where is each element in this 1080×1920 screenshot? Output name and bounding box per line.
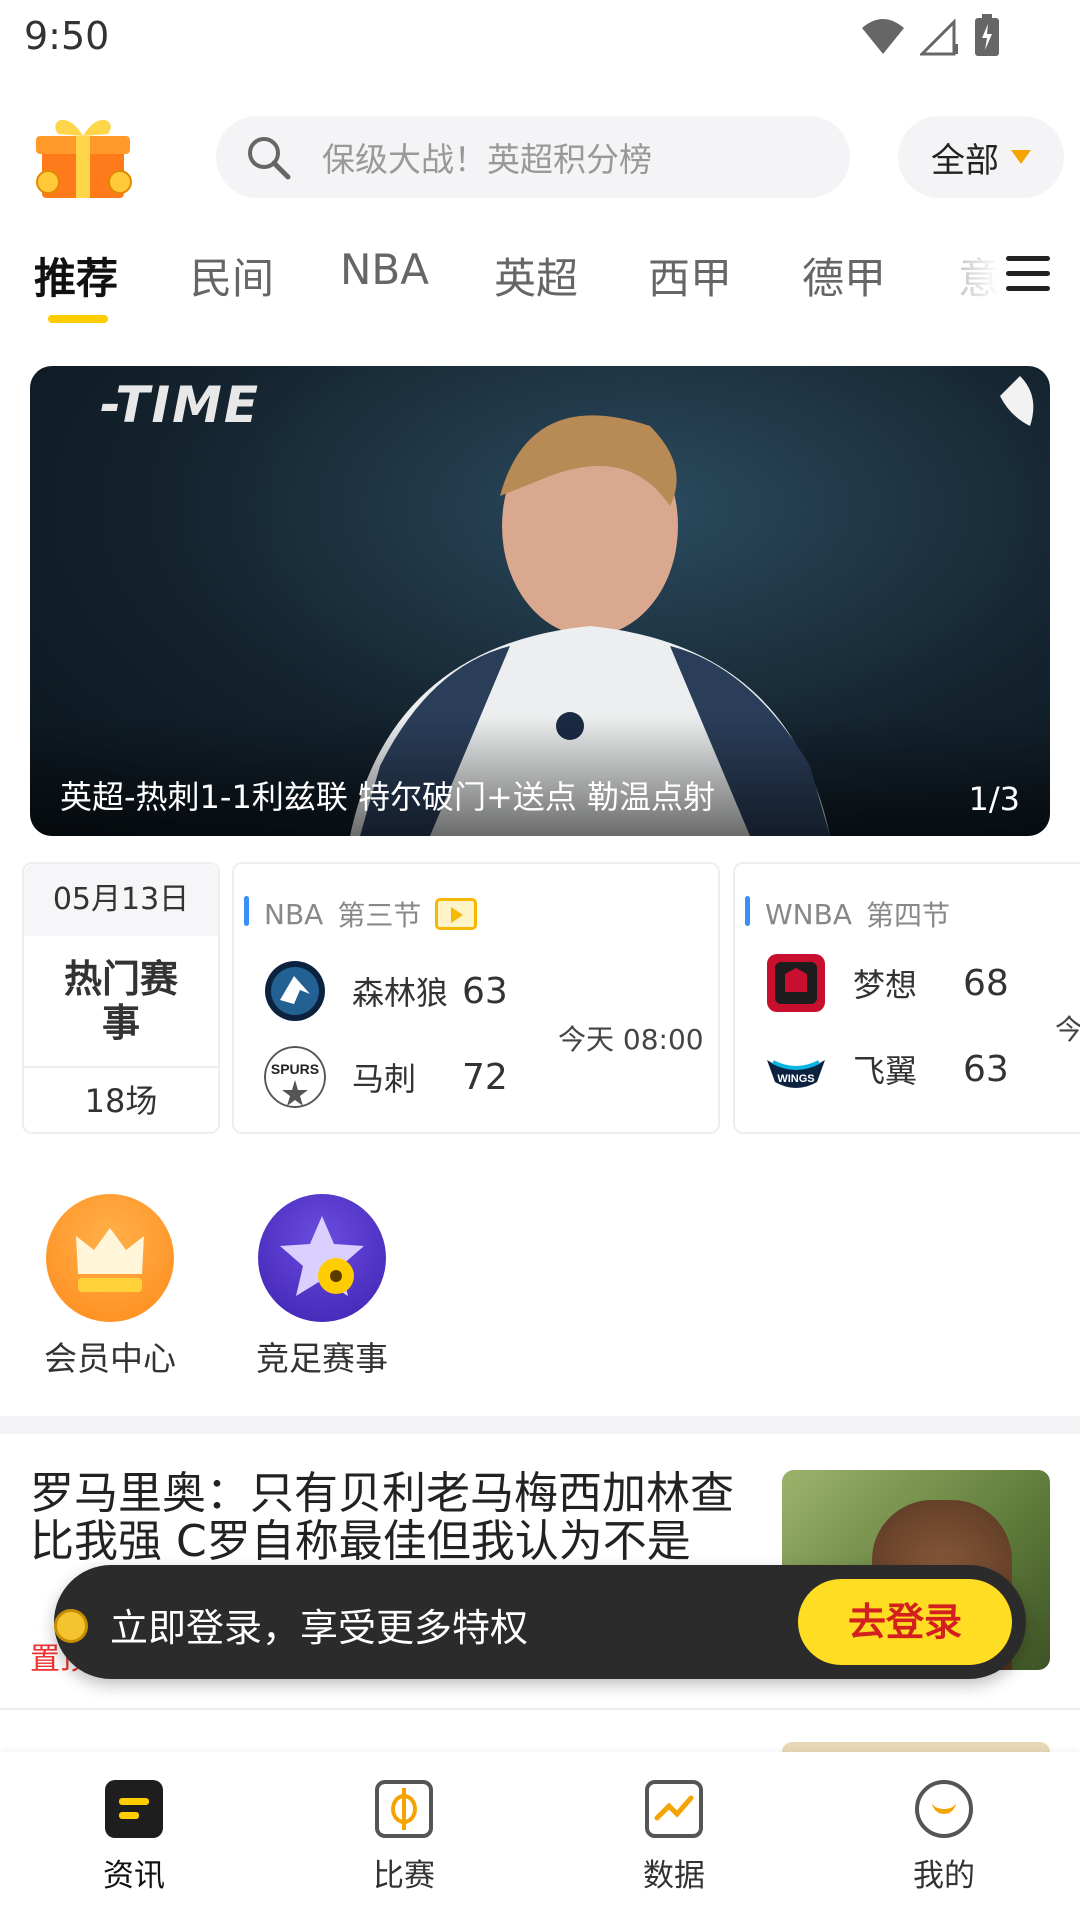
status-bar: 9:50 [0, 0, 1080, 75]
hot-events-date: 05月13日 [24, 864, 218, 936]
team-name: 森林狼 [352, 974, 449, 1012]
menu-icon[interactable] [1006, 256, 1050, 296]
match-league: WNBA 第四节 [765, 894, 950, 934]
tab-premier-league[interactable]: 英超 [494, 245, 578, 306]
nav-profile[interactable]: 我的 [874, 1780, 1014, 1895]
hot-events-card[interactable]: 05月13日 热门赛事 18场 [22, 862, 220, 1134]
filter-label: 全部 [931, 140, 999, 181]
news-thumbnail [782, 1742, 1050, 1752]
league-bar [745, 896, 750, 926]
nav-matches-label: 比赛 [373, 1858, 435, 1894]
banner-pager: 1/3 [968, 780, 1021, 818]
team-row: SPURS 马刺 72 [264, 1046, 508, 1108]
search-placeholder: 保级大战！英超积分榜 [322, 140, 652, 179]
team-score: 68 [963, 962, 1009, 1004]
star-ball-icon [258, 1194, 386, 1322]
lottery-football-label: 竞足赛事 [256, 1339, 388, 1378]
section-divider [0, 1416, 1080, 1434]
match-card[interactable]: WNBA 第四节 梦想 68 WINGS 飞翼 63 今 [733, 862, 1080, 1134]
tab-fade [960, 245, 1000, 315]
nav-data[interactable]: 数据 [604, 1780, 744, 1895]
match-period: 第四节 [866, 899, 951, 932]
member-center-entry[interactable]: 会员中心 [30, 1194, 190, 1380]
hot-events-count: 18场 [24, 1066, 218, 1132]
news-icon [105, 1780, 163, 1838]
bottom-navigation: 资讯 比赛 数据 我的 [0, 1752, 1080, 1920]
coin-icon [54, 1609, 88, 1643]
tab-bundesliga[interactable]: 德甲 [802, 245, 886, 306]
tab-folk[interactable]: 民间 [190, 245, 274, 306]
lottery-football-entry[interactable]: 竞足赛事 [242, 1194, 402, 1380]
match-league: NBA 第三节 [264, 894, 478, 934]
status-time: 9:50 [24, 14, 110, 58]
timberwolves-logo-icon [265, 961, 325, 1021]
match-time: 今天 08:00 [558, 1023, 704, 1056]
nav-news-label: 资讯 [103, 1858, 165, 1894]
nav-profile-label: 我的 [913, 1858, 975, 1894]
app-header: 保级大战！英超积分榜 全部 [0, 100, 1080, 210]
dream-logo-icon [767, 954, 825, 1012]
match-icon [375, 1780, 433, 1838]
news-headline: 罗马里奥：只有贝利老马梅西加林查比我强 C罗自称最佳但我认为不是 [30, 1468, 734, 1567]
nav-data-label: 数据 [643, 1858, 705, 1894]
signal-icon [920, 18, 958, 56]
team-score: 63 [963, 1048, 1009, 1090]
league-name: NBA [264, 897, 324, 931]
status-icons [860, 14, 1000, 58]
league-bar [244, 896, 249, 926]
profile-icon [915, 1780, 973, 1838]
svg-text:SPURS: SPURS [271, 1061, 319, 1077]
login-button[interactable]: 去登录 [798, 1579, 1012, 1665]
wifi-icon [862, 19, 904, 54]
banner-caption: 英超-热刺1-1利兹联 特尔破门+送点 勒温点射 [60, 778, 715, 816]
team-name: 飞翼 [853, 1052, 918, 1090]
league-name: WNBA [765, 897, 852, 931]
team-score: 63 [462, 970, 508, 1012]
search-bar[interactable]: 保级大战！英超积分榜 [216, 116, 850, 198]
nav-matches[interactable]: 比赛 [334, 1780, 474, 1895]
crown-icon [46, 1194, 174, 1322]
team-row: WINGS 飞翼 63 [765, 1038, 1009, 1100]
search-icon [248, 137, 291, 180]
team-row: 梦想 68 [765, 952, 1009, 1014]
news-item[interactable] [0, 1712, 1080, 1752]
gift-icon[interactable] [28, 110, 138, 200]
active-tab-indicator [48, 315, 108, 323]
match-time: 今 [1055, 1013, 1080, 1046]
svg-text:WINGS: WINGS [777, 1073, 814, 1085]
tab-la-liga[interactable]: 西甲 [648, 245, 732, 306]
chart-icon [645, 1780, 703, 1838]
battery-icon [975, 14, 999, 56]
banner-carousel[interactable]: -TIME 英超-热刺1-1利兹联 特尔破门+送点 勒温点射 1/3 [30, 366, 1050, 836]
match-card[interactable]: NBA 第三节 森林狼 63 SPURS 马刺 72 今天 08:00 [232, 862, 720, 1134]
tab-nba[interactable]: NBA [340, 245, 429, 294]
wings-logo-icon: WINGS [767, 1060, 825, 1088]
hot-events-title: 热门赛事 [64, 957, 179, 1045]
login-prompt-toast: 立即登录，享受更多特权 去登录 [54, 1565, 1026, 1679]
login-prompt-message: 立即登录，享受更多特权 [110, 1606, 529, 1650]
team-name: 马刺 [352, 1060, 417, 1098]
team-score: 72 [462, 1056, 508, 1098]
nav-news[interactable]: 资讯 [64, 1780, 204, 1895]
filter-dropdown[interactable]: 全部 [898, 116, 1064, 198]
category-tabs: 推荐 民间 NBA 英超 西甲 德甲 意 [0, 245, 1080, 335]
team-row: 森林狼 63 [264, 960, 508, 1022]
dropdown-arrow-icon [1011, 150, 1031, 164]
member-center-label: 会员中心 [44, 1339, 176, 1378]
team-name: 梦想 [853, 966, 918, 1004]
video-icon [435, 898, 478, 930]
match-period: 第三节 [337, 899, 422, 932]
tab-recommend[interactable]: 推荐 [34, 245, 118, 306]
spurs-logo-icon: SPURS [264, 1046, 326, 1108]
